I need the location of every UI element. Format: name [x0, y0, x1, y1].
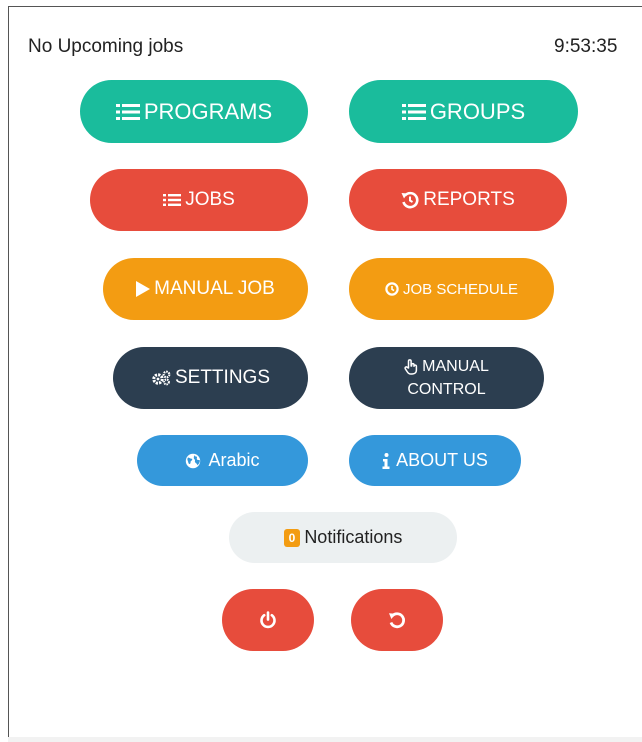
manual-control-label-line2: CONTROL: [407, 381, 486, 398]
groups-label: GROUPS: [429, 98, 526, 124]
restart-button[interactable]: [351, 589, 443, 651]
manual-control-label-line1: MANUAL: [422, 358, 489, 375]
globe-icon: [185, 453, 201, 469]
reports-label: REPORTS: [423, 189, 515, 210]
language-button[interactable]: Arabic: [137, 435, 308, 486]
language-label: Arabic: [208, 450, 260, 470]
notifications-button[interactable]: 0 Notifications: [229, 512, 457, 563]
power-icon: [259, 611, 277, 629]
job-schedule-label: JOB SCHEDULE: [402, 280, 519, 298]
settings-label: SETTINGS: [174, 367, 270, 388]
list-icon: [163, 193, 182, 207]
jobs-button[interactable]: JOBS: [90, 169, 308, 231]
jobs-label: JOBS: [185, 189, 235, 210]
programs-button[interactable]: PROGRAMS: [80, 80, 308, 143]
settings-button[interactable]: SETTINGS: [113, 347, 308, 409]
bottom-edge: [8, 737, 642, 742]
cogs-icon: [151, 370, 171, 386]
groups-button[interactable]: GROUPS: [349, 80, 578, 143]
restart-icon: [388, 611, 406, 629]
programs-label: PROGRAMS: [143, 98, 273, 124]
job-schedule-button[interactable]: JOB SCHEDULE: [349, 258, 554, 320]
clock: 9:53:35: [554, 36, 618, 57]
clock-icon: [385, 282, 399, 296]
play-icon: [136, 281, 151, 297]
info-icon: [382, 452, 390, 469]
power-button[interactable]: [222, 589, 314, 651]
about-us-button[interactable]: ABOUT US: [349, 435, 521, 486]
notifications-label: Notifications: [304, 527, 403, 547]
list-icon: [401, 103, 426, 121]
notification-count-badge: 0: [283, 528, 301, 547]
manual-control-button[interactable]: MANUAL CONTROL: [349, 347, 544, 409]
manual-job-label: MANUAL JOB: [154, 278, 275, 299]
upcoming-jobs-status: No Upcoming jobs: [28, 36, 184, 57]
hand-pointer-icon: [404, 358, 418, 375]
manual-job-button[interactable]: MANUAL JOB: [103, 258, 308, 320]
history-icon: [401, 191, 419, 209]
reports-button[interactable]: REPORTS: [349, 169, 567, 231]
list-icon: [115, 103, 140, 121]
about-us-label: ABOUT US: [396, 450, 488, 470]
